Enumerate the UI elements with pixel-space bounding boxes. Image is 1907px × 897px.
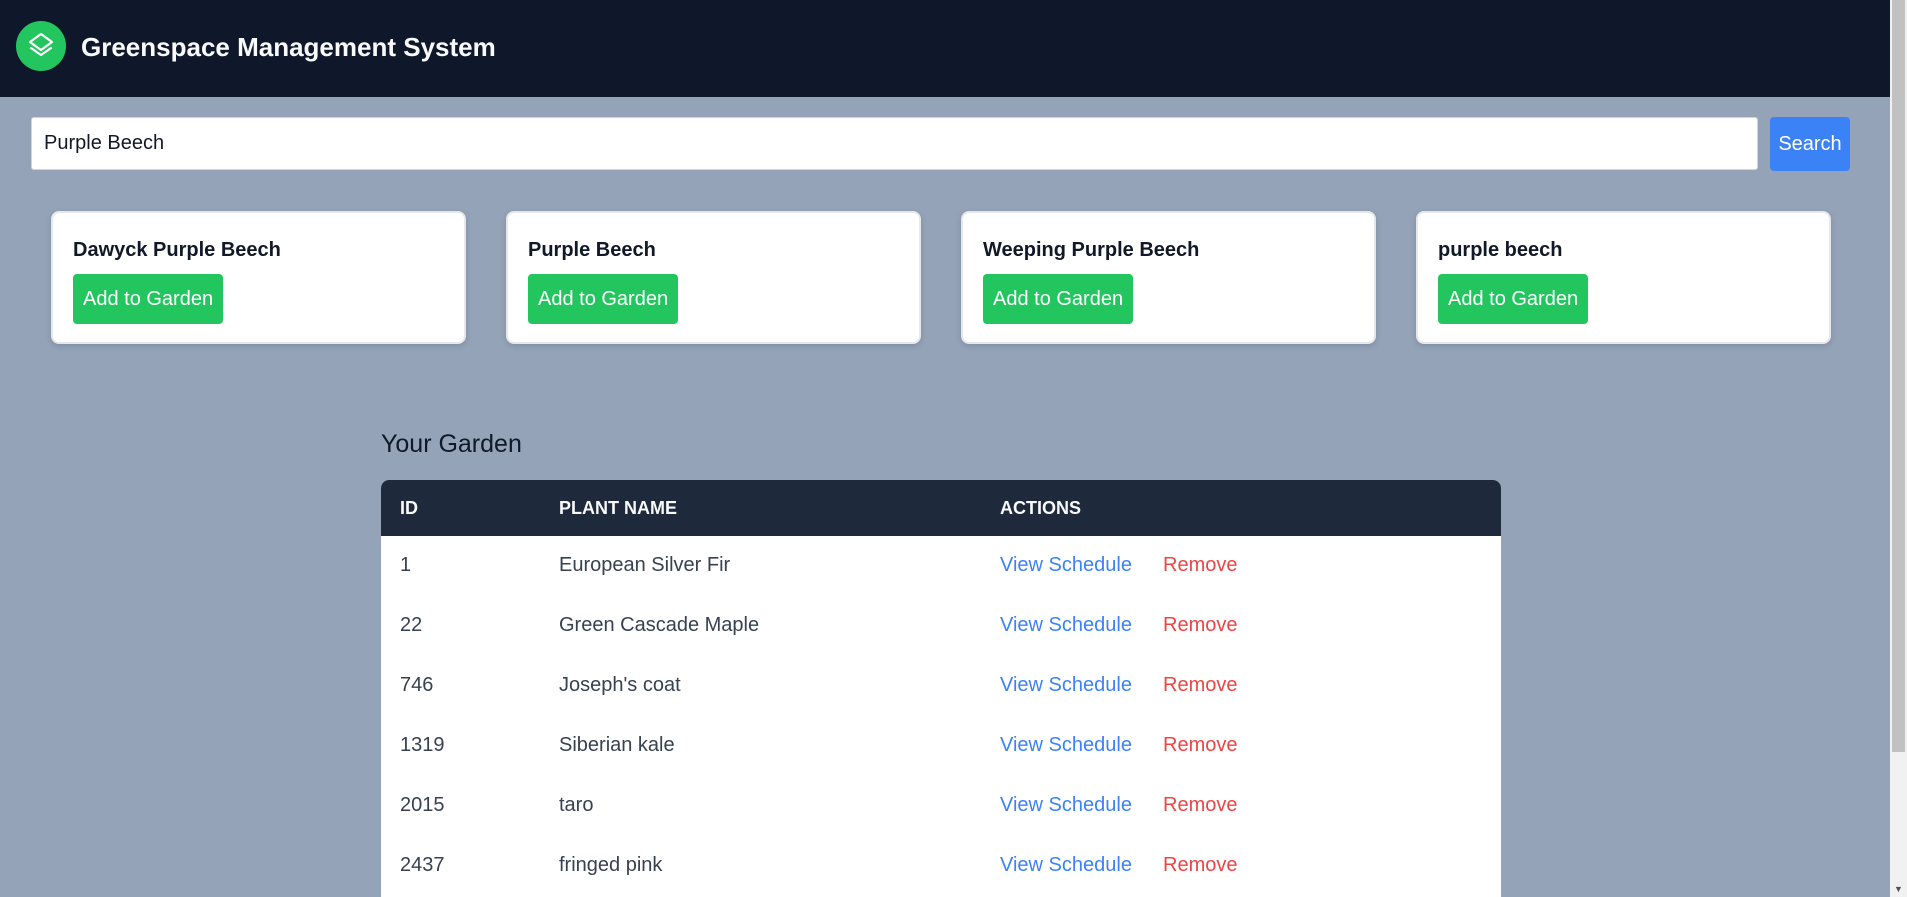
remove-link[interactable]: Remove bbox=[1163, 674, 1237, 697]
table-row: 2015 taro View Schedule Remove bbox=[381, 776, 1501, 836]
view-schedule-link[interactable]: View Schedule bbox=[1000, 614, 1132, 637]
column-header-plant-name: PLANT NAME bbox=[559, 498, 677, 518]
result-card: Purple Beech Add to Garden bbox=[506, 211, 921, 344]
result-card-title: Dawyck Purple Beech bbox=[73, 239, 281, 261]
garden-heading: Your Garden bbox=[381, 430, 522, 458]
remove-link[interactable]: Remove bbox=[1163, 794, 1237, 817]
result-card: purple beech Add to Garden bbox=[1416, 211, 1831, 344]
column-header-id: ID bbox=[400, 498, 418, 518]
view-schedule-link[interactable]: View Schedule bbox=[1000, 734, 1132, 757]
scrollbar-thumb[interactable] bbox=[1892, 0, 1905, 752]
view-schedule-link[interactable]: View Schedule bbox=[1000, 854, 1132, 877]
plant-id: 1319 bbox=[400, 734, 445, 756]
view-schedule-link[interactable]: View Schedule bbox=[1000, 674, 1132, 697]
result-card: Dawyck Purple Beech Add to Garden bbox=[51, 211, 466, 344]
plant-id: 22 bbox=[400, 614, 423, 636]
view-schedule-link[interactable]: View Schedule bbox=[1000, 554, 1132, 577]
add-to-garden-button[interactable]: Add to Garden bbox=[1438, 274, 1589, 324]
add-to-garden-button[interactable]: Add to Garden bbox=[73, 274, 224, 324]
view-schedule-link[interactable]: View Schedule bbox=[1000, 794, 1132, 817]
remove-link[interactable]: Remove bbox=[1163, 734, 1237, 757]
column-header-actions: ACTIONS bbox=[1000, 498, 1081, 518]
layers-icon bbox=[16, 21, 66, 71]
remove-link[interactable]: Remove bbox=[1163, 614, 1237, 637]
plant-name: Siberian kale bbox=[559, 734, 675, 756]
page-scrollbar[interactable]: ▼ bbox=[1890, 0, 1907, 897]
table-row: 2437 fringed pink View Schedule Remove bbox=[381, 836, 1501, 896]
result-card-title: Weeping Purple Beech bbox=[983, 239, 1200, 261]
add-to-garden-button[interactable]: Add to Garden bbox=[983, 274, 1134, 324]
add-to-garden-button[interactable]: Add to Garden bbox=[528, 274, 679, 324]
plant-id: 2015 bbox=[400, 794, 445, 816]
remove-link[interactable]: Remove bbox=[1163, 854, 1237, 877]
scroll-down-arrow-icon[interactable]: ▼ bbox=[1890, 880, 1907, 897]
remove-link[interactable]: Remove bbox=[1163, 554, 1237, 577]
search-button[interactable]: Search bbox=[1770, 117, 1850, 171]
plant-id: 2437 bbox=[400, 854, 445, 876]
table-row: 746 Joseph's coat View Schedule Remove bbox=[381, 656, 1501, 716]
plant-id: 1 bbox=[400, 554, 412, 576]
result-card-title: purple beech bbox=[1438, 239, 1563, 261]
search-input[interactable] bbox=[31, 117, 1758, 170]
plant-name: fringed pink bbox=[559, 854, 663, 876]
table-header: ID PLANT NAME ACTIONS bbox=[381, 480, 1501, 536]
plant-id: 746 bbox=[400, 674, 434, 696]
plant-name: European Silver Fir bbox=[559, 554, 731, 576]
plant-name: taro bbox=[559, 794, 594, 816]
plant-name: Green Cascade Maple bbox=[559, 614, 760, 636]
app-header: Greenspace Management System bbox=[0, 0, 1890, 97]
garden-table: ID PLANT NAME ACTIONS 1 European Silver … bbox=[381, 480, 1501, 897]
table-row: 1 European Silver Fir View Schedule Remo… bbox=[381, 536, 1501, 596]
app-title: Greenspace Management System bbox=[81, 32, 496, 62]
table-row: 1319 Siberian kale View Schedule Remove bbox=[381, 716, 1501, 776]
table-row: 22 Green Cascade Maple View Schedule Rem… bbox=[381, 596, 1501, 656]
result-card-title: Purple Beech bbox=[528, 239, 656, 261]
result-card: Weeping Purple Beech Add to Garden bbox=[961, 211, 1376, 344]
plant-name: Joseph's coat bbox=[559, 674, 681, 696]
